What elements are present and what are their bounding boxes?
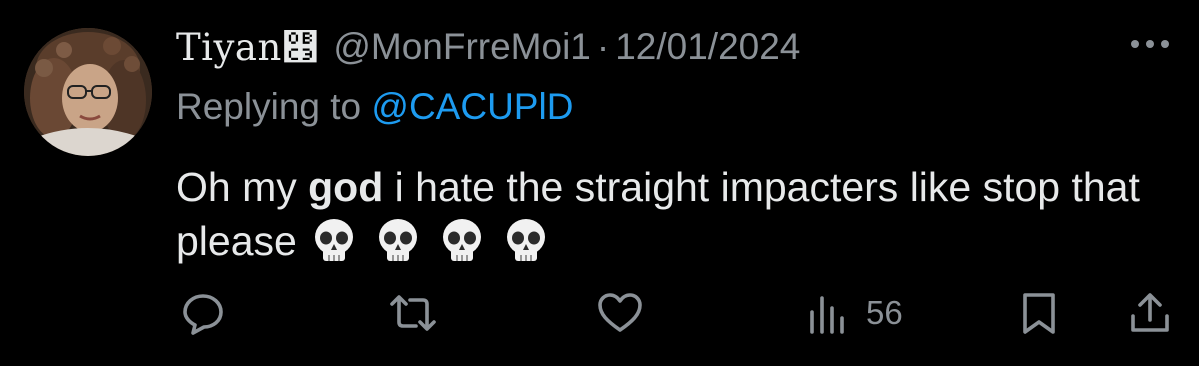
like-button[interactable] xyxy=(595,288,645,338)
reply-button[interactable] xyxy=(180,288,226,338)
separator-dot: · xyxy=(596,26,610,67)
skull-icon xyxy=(314,219,353,261)
action-bar: 56 xyxy=(0,288,1199,338)
replying-to: Replying to @CACUPlD xyxy=(176,86,573,128)
avatar[interactable] xyxy=(24,28,152,156)
bookmark-icon xyxy=(1023,293,1055,334)
tweet-header: Tiyan௃ @MonFrreMoi1 · 12/01/2024 xyxy=(176,22,800,72)
tweet-date[interactable]: 12/01/2024 xyxy=(615,26,800,68)
display-name-text: Tiyan xyxy=(176,25,282,69)
reply-icon xyxy=(183,294,223,335)
tweet[interactable]: Tiyan௃ @MonFrreMoi1 · 12/01/2024 Replyin… xyxy=(0,0,1199,366)
share-button[interactable] xyxy=(1127,288,1173,338)
display-name[interactable]: Tiyan௃ xyxy=(176,26,319,69)
retweet-button[interactable] xyxy=(388,288,438,338)
replying-mention-link[interactable]: @CACUPlD xyxy=(371,86,573,127)
views-count: 56 xyxy=(866,294,903,331)
bookmark-button[interactable] xyxy=(1018,288,1060,338)
views-button[interactable]: 56 xyxy=(806,288,903,338)
replying-prefix: Replying to xyxy=(176,86,362,127)
heart-icon xyxy=(598,293,642,332)
skull-icon xyxy=(378,219,417,261)
tweet-text-bold: god xyxy=(308,164,384,210)
tweet-text: Oh my god i hate the straight impacters … xyxy=(176,160,1166,268)
user-handle[interactable]: @MonFrreMoi1 xyxy=(333,26,591,68)
tweet-text-part1: Oh my xyxy=(176,164,309,210)
share-icon xyxy=(1131,293,1169,332)
avatar-photo xyxy=(24,28,152,156)
more-options-button[interactable] xyxy=(1129,32,1171,56)
name-symbol: ௃ xyxy=(281,25,320,69)
skull-icon xyxy=(442,219,481,261)
views-chart-icon xyxy=(810,296,844,334)
more-icon xyxy=(1131,40,1169,48)
retweet-icon xyxy=(390,295,436,331)
skull-icon xyxy=(506,219,545,261)
emoji-group xyxy=(311,217,549,265)
